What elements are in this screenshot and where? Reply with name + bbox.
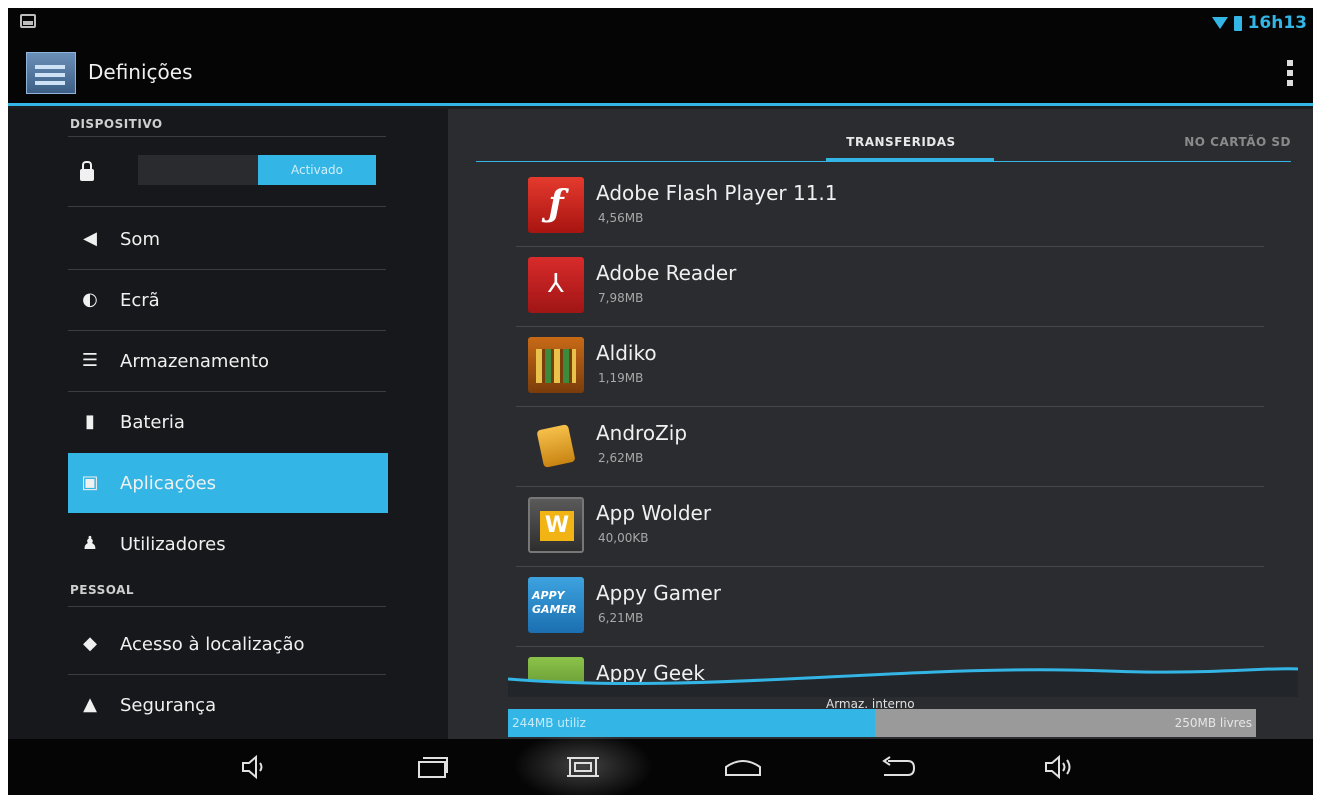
toggle-switch[interactable]: Activado — [138, 155, 376, 185]
section-header-personal: PESSOAL — [70, 583, 135, 597]
wireless-lock-icon — [80, 161, 94, 181]
app-size: 7,98MB — [598, 291, 644, 305]
sidebar-item-bateria[interactable]: ▮ Bateria — [68, 392, 388, 452]
tab-transferidas[interactable]: TRANSFERIDAS — [826, 135, 976, 149]
status-indicators: 16h13 — [1211, 13, 1307, 33]
app-name: App Wolder — [596, 501, 712, 525]
app-name: AndroZip — [596, 421, 688, 445]
list-item[interactable]: App Wolder 40,00KB — [516, 487, 1264, 567]
brightness-icon: ◐ — [82, 289, 98, 310]
sidebar-item-aplicacoes[interactable]: ▣ Aplicações — [68, 453, 388, 513]
flash-icon — [528, 177, 584, 233]
sidebar-item-label: Ecrã — [120, 289, 160, 311]
storage-free-label: 250MB livres — [1174, 716, 1252, 730]
appy-gamer-icon — [528, 577, 584, 633]
action-bar: Definições — [8, 38, 1313, 106]
list-item[interactable]: AndroZip 2,62MB — [516, 407, 1264, 487]
app-size: 2,62MB — [598, 451, 644, 465]
app-name: Aldiko — [596, 341, 657, 365]
wolder-icon — [528, 497, 584, 553]
wifi-icon — [1211, 17, 1228, 29]
sidebar-item-label: Armazenamento — [120, 350, 270, 372]
divider — [68, 206, 386, 207]
battery-status-icon — [1233, 15, 1242, 31]
sidebar-item-label: Aplicações — [120, 472, 217, 494]
divider — [68, 136, 386, 137]
lock-icon: ▲ — [83, 694, 97, 715]
recent-apps-button[interactable] — [398, 747, 468, 787]
app-size: 1,19MB — [598, 371, 644, 385]
back-button[interactable] — [863, 747, 933, 787]
users-icon: ♟ — [81, 533, 99, 554]
sidebar-item-armazenamento[interactable]: ☰ Armazenamento — [68, 331, 388, 391]
section-header-device: DISPOSITIVO — [70, 117, 163, 131]
sidebar-item-seguranca[interactable]: ▲ Segurança — [68, 675, 388, 735]
volume-down-icon — [242, 755, 263, 779]
navigation-bar — [8, 731, 1313, 795]
screenshot-icon — [567, 757, 599, 777]
reader-icon — [528, 257, 584, 313]
list-item[interactable]: Aldiko 1,19MB — [516, 327, 1264, 407]
sidebar-item-utilizadores[interactable]: ♟ Utilizadores — [68, 514, 388, 574]
sidebar-item-label: Segurança — [120, 694, 217, 716]
tab-cartao-sd[interactable]: NO CARTÃO SD — [1184, 135, 1291, 149]
aldiko-icon — [528, 337, 584, 393]
list-item[interactable]: Adobe Reader 7,98MB — [516, 247, 1264, 327]
list-item[interactable]: Adobe Flash Player 11.1 4,56MB — [516, 167, 1264, 247]
overflow-menu-icon[interactable] — [1287, 60, 1293, 86]
app-name: Adobe Reader — [596, 261, 737, 285]
settings-sidebar: DISPOSITIVO Activado ◀ Som ◐ Ecrã ☰ Arma… — [8, 109, 448, 739]
app-name: Appy Gamer — [596, 581, 722, 605]
volume-up-icon — [1045, 755, 1071, 779]
app-size: 4,56MB — [598, 211, 644, 225]
android-screen: 16h13 Definições DISPOSITIVO Activado ◀ … — [8, 8, 1313, 795]
app-list[interactable]: Adobe Flash Player 11.1 4,56MB Adobe Rea… — [516, 167, 1264, 687]
sidebar-item-ecra[interactable]: ◐ Ecrã — [68, 270, 388, 330]
sidebar-item-label: Acesso à localização — [120, 633, 305, 655]
battery-icon: ▮ — [85, 411, 95, 432]
storage-used-label: 244MB utiliz — [512, 716, 586, 730]
settings-app-icon[interactable] — [26, 52, 76, 94]
app-name: Adobe Flash Player 11.1 — [596, 181, 838, 205]
app-size: 40,00KB — [598, 531, 649, 545]
active-tab-indicator — [826, 158, 994, 162]
sidebar-item-localizacao[interactable]: ◆ Acesso à localização — [68, 614, 388, 674]
home-button[interactable] — [708, 747, 778, 787]
sidebar-item-label: Utilizadores — [120, 533, 226, 555]
androzip-icon — [528, 417, 584, 473]
recent-apps-icon — [418, 757, 448, 778]
page-title: Definições — [88, 60, 193, 84]
app-tabs: TRANSFERIDAS NO CARTÃO SD — [476, 127, 1291, 162]
home-icon — [725, 760, 761, 776]
storage-icon: ☰ — [81, 350, 99, 371]
sidebar-item-label: Som — [120, 228, 160, 250]
volume-up-button[interactable] — [1023, 747, 1093, 787]
app-size: 6,21MB — [598, 611, 644, 625]
location-icon: ◆ — [83, 633, 97, 654]
applications-pane: TRANSFERIDAS NO CARTÃO SD Adobe Flash Pl… — [448, 109, 1313, 739]
screenshot-button[interactable] — [548, 747, 618, 787]
divider — [68, 606, 386, 607]
screenshot-notification-icon — [20, 14, 36, 28]
sidebar-item-som[interactable]: ◀ Som — [68, 209, 388, 269]
storage-wave-decoration — [508, 667, 1298, 697]
speaker-icon: ◀ — [83, 228, 97, 249]
clock: 16h13 — [1247, 13, 1307, 33]
status-bar: 16h13 — [8, 8, 1313, 38]
toggle-on-label: Activado — [258, 155, 376, 185]
sidebar-item-label: Bateria — [120, 411, 185, 433]
volume-down-button[interactable] — [218, 747, 288, 787]
list-item[interactable]: Appy Gamer 6,21MB — [516, 567, 1264, 647]
apps-icon: ▣ — [81, 472, 99, 493]
back-icon — [882, 756, 916, 776]
